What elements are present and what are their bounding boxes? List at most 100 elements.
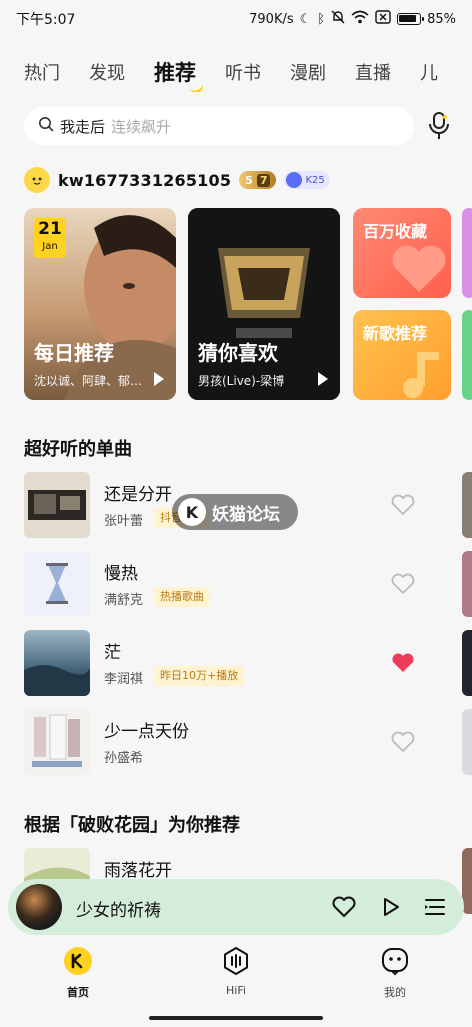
song-tag: 热播歌曲: [154, 587, 210, 607]
user-row[interactable]: kw1677331265105 5 7 K25: [24, 166, 330, 194]
song-title: 还是分开: [104, 485, 172, 505]
next-column-peek: [462, 551, 472, 617]
player-like-button[interactable]: [330, 893, 358, 921]
player-cover[interactable]: [16, 884, 62, 930]
net-speed: 790K/s: [249, 11, 294, 27]
player-playlist-button[interactable]: [421, 893, 449, 921]
sim-icon: [375, 10, 391, 28]
section-title-based-on[interactable]: 根据「破败花园」为你推荐: [24, 811, 240, 837]
tab-recommend-label: 推荐: [154, 61, 196, 85]
watermark-text: 妖猫论坛: [212, 504, 280, 525]
player-song-title[interactable]: 少女的祈祷: [76, 896, 161, 921]
nav-hifi[interactable]: HiFi: [196, 946, 276, 997]
battery-icon: [397, 13, 425, 25]
status-bar: 下午5:07 790K/s ☾ ᛒ 85%: [0, 0, 472, 38]
hifi-icon: [221, 946, 251, 976]
wifi-icon: [351, 10, 369, 28]
nav-home[interactable]: 首页: [38, 946, 118, 1000]
watermark: K 妖猫论坛: [172, 494, 298, 530]
search-hint: 连续飙升: [111, 117, 172, 136]
tab-hot[interactable]: 热门: [24, 59, 60, 85]
song-title: 茫: [104, 643, 121, 663]
heart-outline-icon[interactable]: [390, 572, 416, 596]
player-play-button[interactable]: [377, 893, 405, 921]
section-title-singles[interactable]: 超好听的单曲: [24, 435, 132, 461]
heart-filled-icon[interactable]: [390, 651, 416, 675]
date-day: 21: [38, 219, 62, 239]
username[interactable]: kw1677331265105: [58, 171, 231, 190]
status-time: 下午5:07: [16, 12, 76, 28]
tab-recommend[interactable]: 推荐: [154, 57, 205, 92]
microphone-icon: [429, 112, 449, 139]
k-badge[interactable]: K25: [284, 171, 330, 189]
next-card-peek[interactable]: [462, 208, 472, 298]
battery-percent: 85%: [427, 11, 456, 27]
k-badge-label: K25: [305, 174, 325, 186]
moon-icon: ☾: [299, 11, 312, 27]
new-songs-title: 新歌推荐: [363, 324, 428, 343]
date-badge: 21 Jan: [34, 218, 66, 258]
tab-discover[interactable]: 发现: [89, 59, 125, 85]
song-title: 雨落花开: [104, 861, 172, 881]
play-icon: [384, 898, 399, 916]
song-artist: 李润祺: [104, 672, 144, 687]
daily-recommend-subtitle: 沈以诚、阿肆、郁…: [34, 374, 143, 388]
play-icon[interactable]: [154, 372, 164, 386]
mini-player[interactable]: 少女的祈祷: [8, 879, 464, 935]
song-title: 慢热: [104, 564, 138, 584]
next-column-peek: [462, 472, 472, 538]
heart-outline-icon[interactable]: [390, 493, 416, 517]
date-month: Jan: [42, 241, 58, 252]
song-artist: 张叶蕾: [104, 514, 144, 529]
playlist-icon: [425, 899, 445, 915]
voice-search-button[interactable]: [424, 109, 454, 143]
daily-recommend-card[interactable]: 21 Jan 每日推荐 沈以诚、阿肆、郁…: [24, 208, 176, 400]
guess-you-like-title: 猜你喜欢: [198, 341, 278, 365]
profile-icon: [380, 946, 410, 976]
nav-hifi-label: HiFi: [226, 984, 246, 997]
song-row[interactable]: 少一点天份 孙盛希: [24, 709, 454, 775]
song-cover: [24, 709, 90, 775]
tab-comic-drama[interactable]: 漫剧: [290, 59, 326, 85]
daily-recommend-title: 每日推荐: [34, 341, 114, 365]
level-badge[interactable]: 5 7: [239, 171, 277, 189]
play-icon[interactable]: [318, 372, 328, 386]
category-tabs: 热门 发现 推荐 听书 漫剧 直播 儿: [0, 52, 472, 92]
tab-audiobook[interactable]: 听书: [225, 59, 261, 85]
next-column-peek: [462, 630, 472, 696]
guess-you-like-subtitle: 男孩(Live)-梁博: [198, 374, 285, 388]
guess-you-like-card[interactable]: 猜你喜欢 男孩(Live)-梁博: [188, 208, 340, 400]
song-title: 少一点天份: [104, 722, 189, 742]
song-cover: [24, 472, 90, 538]
search-icon: [38, 116, 54, 136]
heart-outline-icon: [332, 896, 356, 917]
song-row[interactable]: 茫 李润祺 昨日10万+播放: [24, 630, 454, 696]
music-note-icon: [403, 352, 439, 398]
nav-mine[interactable]: 我的: [355, 946, 435, 1000]
mute-bell-icon: [331, 10, 345, 28]
tab-kids[interactable]: 儿: [420, 59, 438, 85]
level-badge-number: 5: [245, 173, 253, 187]
watermark-logo-icon: K: [178, 498, 206, 526]
nav-mine-label: 我的: [384, 986, 406, 999]
song-tag: 昨日10万+播放: [154, 666, 245, 686]
song-cover: [24, 551, 90, 617]
music-note-icon: [286, 172, 303, 188]
heart-outline-icon[interactable]: [390, 730, 416, 754]
song-row[interactable]: 慢热 满舒克 热播歌曲: [24, 551, 454, 617]
status-icons: 790K/s ☾ ᛒ 85%: [249, 10, 456, 28]
tab-live[interactable]: 直播: [355, 59, 391, 85]
next-card-peek[interactable]: [462, 310, 472, 400]
song-cover: [24, 630, 90, 696]
next-column-peek: [462, 709, 472, 775]
gesture-home-bar[interactable]: [149, 1016, 323, 1020]
avatar[interactable]: [24, 167, 50, 193]
million-collection-card[interactable]: 百万收藏: [353, 208, 451, 298]
song-artist: 孙盛希: [104, 751, 144, 766]
new-songs-card[interactable]: 新歌推荐: [353, 310, 451, 400]
bottom-nav: 首页 HiFi 我的: [0, 938, 472, 1008]
home-logo-icon: [63, 946, 93, 976]
nav-home-label: 首页: [67, 986, 89, 999]
bluetooth-icon: ᛒ: [317, 11, 326, 27]
search-bar[interactable]: 我走后 连续飙升: [24, 107, 414, 145]
